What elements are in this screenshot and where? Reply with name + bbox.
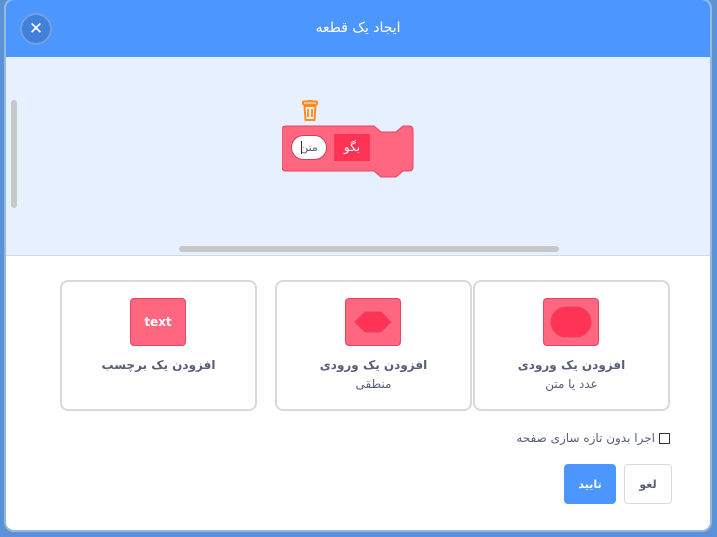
create-block-dialog: ایجاد یک قطعه ✕ بگو متن text افزودن یک ب… (6, 0, 710, 530)
add-boolean-input-title: افزودن یک ورودی (319, 358, 428, 372)
horizontal-scrollbar[interactable] (179, 246, 559, 252)
label-icon-text: text (144, 315, 172, 329)
rounded-shape (550, 306, 592, 338)
run-without-refresh-label: اجرا بدون تازه سازی صفحه (516, 431, 655, 445)
dialog-header: ایجاد یک قطعه ✕ (6, 0, 710, 57)
add-boolean-input-option[interactable]: افزودن یک ورودی منطقی (275, 280, 472, 411)
run-without-refresh-checkbox[interactable] (659, 432, 670, 444)
close-icon: ✕ (28, 19, 44, 39)
hexagon-input-icon (345, 298, 401, 346)
block-workspace[interactable]: بگو متن (6, 57, 710, 256)
run-without-refresh-row[interactable]: اجرا بدون تازه سازی صفحه (516, 431, 670, 445)
dialog-title: ایجاد یک قطعه (315, 20, 401, 36)
add-boolean-input-subtitle: منطقی (355, 377, 392, 391)
label-icon: text (130, 298, 186, 346)
close-button[interactable]: ✕ (20, 13, 52, 45)
add-number-text-input-subtitle: عدد یا متن (545, 377, 598, 391)
block-say-label[interactable]: بگو (334, 134, 370, 161)
add-number-text-input-option[interactable]: افزودن یک ورودی عدد یا متن (473, 280, 670, 411)
cancel-button[interactable]: لغو (624, 464, 672, 504)
block-text-input[interactable]: متن (291, 135, 327, 160)
vertical-scrollbar[interactable] (11, 100, 17, 208)
hexagon-shape (354, 311, 392, 333)
text-caret (301, 141, 302, 154)
add-label-option[interactable]: text افزودن یک برچسب (60, 280, 257, 411)
trash-icon[interactable] (300, 100, 320, 122)
add-label-title: افزودن یک برچسب (101, 358, 216, 372)
round-input-icon (543, 298, 599, 346)
ok-button[interactable]: تایید (564, 464, 616, 504)
add-number-text-input-title: افزودن یک ورودی (517, 358, 626, 372)
